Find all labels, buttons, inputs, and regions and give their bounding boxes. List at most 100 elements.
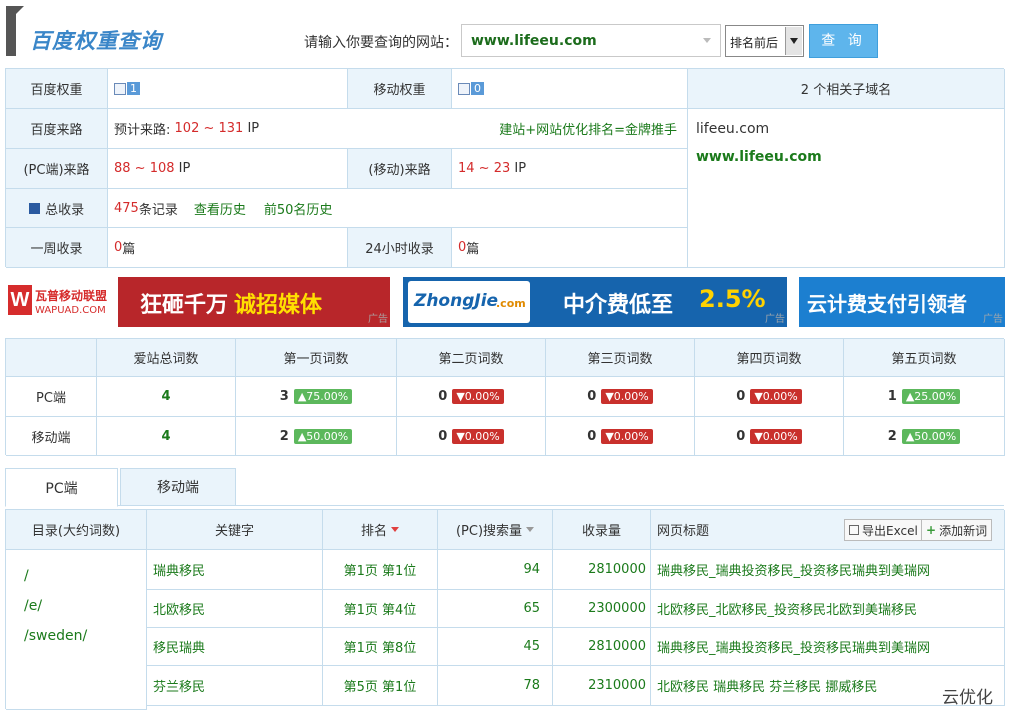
subdomain-item[interactable]: lifeeu.com [696,121,769,137]
logo-mark [6,6,24,56]
rank-page-count[interactable]: 3 [280,389,289,404]
paw-icon [28,202,40,214]
rank-page-count[interactable]: 2 [888,429,897,444]
rank-page-cell: 2 ▲50.00% [844,417,1005,456]
rank-page-count[interactable]: 1 [888,389,897,404]
ad2-pct: 2.5% [699,285,766,313]
keyword-link[interactable]: 北欧移民 [147,590,323,628]
search-dropdown-icon[interactable] [703,38,711,43]
keyword-link[interactable]: 芬兰移民 [147,666,323,706]
directory-link[interactable]: /sweden/ [24,628,87,644]
top50-history-link[interactable]: 前50名历史 [264,199,333,218]
indexed-count: 2810000 [553,628,651,666]
site-search-input[interactable]: www.lifeeu.com [461,24,721,57]
source-prefix: 预计来路: [114,123,171,138]
baidu-weight-badge[interactable]: 1 [127,82,140,95]
pc-source-range: 88 ~ 108 [114,161,175,176]
rank-page-cell: 0 ▼0.00% [546,417,695,456]
ad-banner-cloud[interactable]: 云计费支付引领者 广告 [799,277,1005,327]
rank-row-label: PC端 [6,377,97,417]
mobile-weight-label: 移动权重 [348,69,452,109]
mobile-source-value: 14 ~ 23 IP [452,149,688,189]
week-index-label: 一周收录 [6,228,108,268]
page-title-link[interactable]: 瑞典移民_瑞典投资移民_投资移民瑞典到美瑞网 [651,550,1005,590]
rank-header-cell: 爱站总词数 [97,339,236,377]
header-label: 排名 [360,524,387,539]
rank-page-cell: 0 ▼0.00% [546,377,695,417]
directory-link[interactable]: / [24,568,29,584]
rank-order-select[interactable]: 排名前后 [725,25,804,57]
rank-page-cell: 0 ▼0.00% [695,377,844,417]
rank-row-label: 移动端 [6,417,97,456]
baidu-paw-icon [114,82,126,95]
tab-mobile[interactable]: 移动端 [120,468,236,506]
top-bar: 百度权重查询 请输入你要查询的网站： www.lifeeu.com 排名前后 查… [0,0,1010,62]
rank-page-count[interactable]: 0 [587,429,596,444]
rank-total-words[interactable]: 4 [97,377,236,417]
rank-page-count[interactable]: 0 [587,389,596,404]
add-keyword-button[interactable]: + 添加新词 [921,519,993,541]
header-label: 收录量 [581,524,621,539]
ad3-label: 广告 [983,314,1003,325]
mobile-weight-badge[interactable]: 0 [471,82,484,95]
source-label: 百度来路 [6,109,108,149]
page-title-link[interactable]: 瑞典移民_瑞典投资移民_投资移民瑞典到美瑞网 [651,628,1005,666]
keyword-link[interactable]: 移民瑞典 [147,628,323,666]
chevron-down-icon[interactable] [785,27,802,55]
sort-icon[interactable] [391,527,399,532]
sort-icon[interactable] [526,527,535,532]
ad-banner-wapuad[interactable]: W 瓦普移动联盟 WAPUAD.COM 狂砸千万 诚招媒体 广告 [5,277,390,327]
page-title-link[interactable]: 北欧移民_北欧移民_投资移民北欧到美瑞移民 [651,590,1005,628]
indexed-count: 2810000 [553,550,651,590]
mobile-ip-unit: IP [514,161,527,176]
rank-position: 第1页 第4位 [323,590,438,628]
export-excel-label: 导出Excel [862,523,918,538]
rank-total-words[interactable]: 4 [97,417,236,456]
day-index-unit: 篇 [466,242,480,257]
history-link[interactable]: 查看历史 [194,199,246,218]
index-count: 475 [114,200,139,216]
index-label-cell: 总收录 [6,189,108,228]
rank-page-cell: 0 ▼0.00% [397,377,546,417]
subdomain-item[interactable]: www.lifeeu.com [696,149,822,165]
rank-header[interactable]: 排名 [323,510,438,550]
keyword-header: 关键字 [147,510,323,550]
rank-header-cell: 第一页词数 [236,339,397,377]
pc-source-label: (PC端)来路 [6,149,108,189]
promo-link[interactable]: 建站+网站优化排名=金牌推手 [499,119,677,138]
directory-link[interactable]: /e/ [24,598,42,614]
change-down-badge: ▼0.00% [601,389,653,404]
change-up-badge: ▲25.00% [901,389,961,404]
indexed-header: 收录量 [553,510,651,550]
search-volume-header[interactable]: (PC)搜索量 [438,510,553,550]
export-excel-button[interactable]: 导出Excel [844,519,923,541]
ad2-brand-sub: .com [496,297,526,310]
page-logo[interactable]: 百度权重查询 [30,25,162,55]
keyword-link[interactable]: 瑞典移民 [147,550,323,590]
rank-page-count[interactable]: 0 [438,389,447,404]
ad2-text: 中介费低至 [563,293,674,318]
ad2-brand: ZhongJie [414,291,499,311]
week-index-count: 0 [114,240,123,255]
rank-order-select-value: 排名前后 [730,36,779,50]
rank-page-count[interactable]: 2 [280,429,289,444]
rank-page-count[interactable]: 0 [736,429,745,444]
rank-position: 第1页 第8位 [323,628,438,666]
directory-header: 目录(大约词数) [6,510,147,550]
rank-page-count[interactable]: 0 [438,429,447,444]
day-index-label: 24小时收录 [348,228,452,268]
rank-header-cell: 第四页词数 [695,339,844,377]
rank-page-count[interactable]: 0 [736,389,745,404]
mobile-source-label: (移动)来路 [348,149,452,189]
rank-page-cell: 0 ▼0.00% [695,417,844,456]
ad1-brand: 瓦普移动联盟 [35,289,108,303]
tab-pc[interactable]: PC端 [5,468,118,507]
ad-banner-zhongjie[interactable]: ZhongJie .com 中介费低至 2.5% 广告 [403,277,787,327]
plus-icon: + [926,523,937,537]
device-tabs: PC端 移动端 [5,468,1004,507]
query-button[interactable]: 查 询 [809,24,878,58]
rank-header-cell: 第五页词数 [844,339,1005,377]
indexed-count: 2310000 [553,666,651,706]
source-range: 102 ~ 131 [174,121,244,136]
day-index-count: 0 [458,240,467,255]
